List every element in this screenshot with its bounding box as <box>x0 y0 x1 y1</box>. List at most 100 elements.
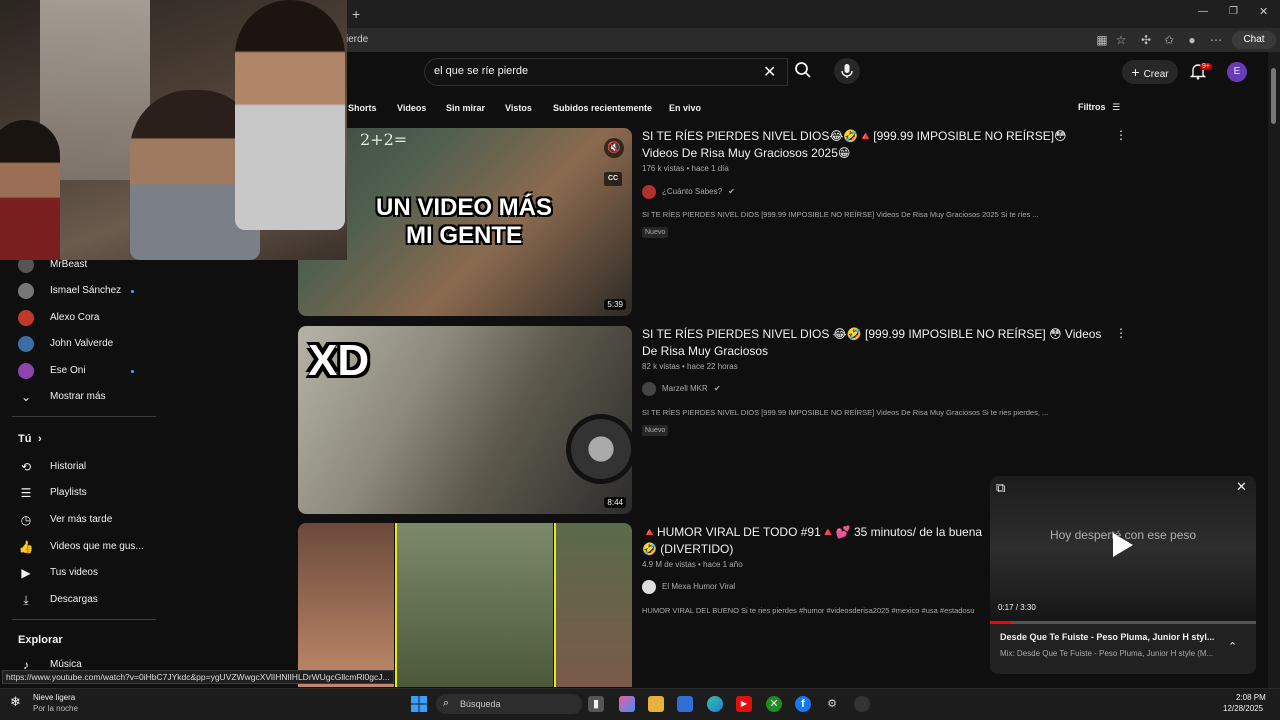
minimize-icon[interactable]: — <box>1198 6 1208 17</box>
taskbar-search-placeholder: Búsqueda <box>460 699 501 709</box>
your-videos-icon: ▶ <box>21 566 31 580</box>
filters-button[interactable]: Filtros ☰ <box>1078 102 1120 113</box>
windows-start-icon[interactable] <box>411 696 427 712</box>
file-explorer-icon[interactable]: ▮ <box>588 696 604 712</box>
play-icon[interactable] <box>1111 532 1135 563</box>
expand-icon[interactable]: ⧉ <box>996 480 1005 496</box>
channel-avatar <box>18 283 34 299</box>
create-button[interactable]: + Crear <box>1122 60 1178 84</box>
store-icon[interactable] <box>677 696 693 712</box>
new-tab-icon[interactable]: + <box>352 6 360 22</box>
video-thumbnail[interactable] <box>298 523 632 687</box>
sidebar-subscription[interactable]: Ese Oni <box>16 362 156 382</box>
sidebar-subscription[interactable]: John Valverde <box>16 335 156 355</box>
weather-subtitle: Por la noche <box>33 704 78 713</box>
extensions-icon[interactable]: ✣ <box>1138 32 1154 48</box>
channel-name: ¿Cuánto Sabes? <box>662 187 723 197</box>
voice-search-icon[interactable] <box>834 58 860 84</box>
sidebar-you-heading[interactable]: Tú › <box>16 431 156 451</box>
sidebar-item-label: Videos que me gus... <box>50 541 144 552</box>
video-title[interactable]: 🔺HUMOR VIRAL DE TODO #91🔺💕 35 minutos/ d… <box>642 524 992 558</box>
scrollbar[interactable] <box>1268 52 1280 688</box>
video-menu-icon[interactable]: ⋮ <box>1115 128 1127 142</box>
sidebar-item[interactable]: ⤓ Descargas <box>16 591 156 611</box>
apps-icon[interactable]: ▦ <box>1094 32 1110 48</box>
watch-later-icon: ◷ <box>20 513 32 527</box>
video-thumbnail[interactable]: XD 8:44 <box>298 326 632 514</box>
like-icon: 👍 <box>18 540 34 554</box>
channel-row[interactable]: Marzell MKR ✔ <box>642 382 721 396</box>
channel-avatar <box>18 336 34 352</box>
copilot-icon[interactable] <box>619 696 635 712</box>
video-menu-icon[interactable]: ⋮ <box>1115 326 1127 340</box>
channel-row[interactable]: El Mexa Humor Viral <box>642 580 735 594</box>
more-menu-icon[interactable]: ⋯ <box>1208 32 1224 48</box>
chalkboard-text: 2+2= <box>360 130 408 149</box>
mute-icon[interactable]: 🔇 <box>604 138 624 158</box>
account-avatar[interactable]: E <box>1227 62 1247 82</box>
sidebar-item[interactable]: ☰ Playlists <box>16 484 156 504</box>
new-badge: Nuevo <box>642 425 669 436</box>
filter-chip[interactable]: Subidos recientemente <box>553 98 660 118</box>
scrollbar-thumb[interactable] <box>1271 68 1276 124</box>
video-thumbnail[interactable]: 2+2= UN VIDEO MÁS MI GENTE 🔇 CC 5:39 <box>298 128 632 316</box>
sidebar-item[interactable]: ▶ Tus videos <box>16 564 156 584</box>
miniplayer-video[interactable]: ⧉ ✕ Hoy desperté con ese peso 0:17 / 3:3… <box>990 476 1256 622</box>
copilot-chat-button[interactable]: Chat <box>1232 31 1276 49</box>
profile-icon[interactable]: ● <box>1184 32 1200 48</box>
chevron-up-icon[interactable]: ⌃ <box>1228 640 1237 653</box>
thumbnail-caption: UN VIDEO MÁS MI GENTE <box>375 194 552 249</box>
person-silhouette <box>235 0 345 230</box>
facebook-icon[interactable]: f <box>795 696 811 712</box>
channel-avatar <box>18 363 34 379</box>
video-title[interactable]: SI TE RÍES PIERDES NIVEL DIOS😂🤣🔺[999.99 … <box>642 128 1102 162</box>
filter-chip[interactable]: En vivo <box>669 98 709 118</box>
app-icon[interactable] <box>854 696 870 712</box>
filter-chip[interactable]: Shorts <box>348 98 385 118</box>
filter-chip[interactable]: Sin mirar <box>446 98 493 118</box>
sidebar-item-label: Música <box>50 659 82 670</box>
sidebar-subscription[interactable]: Ismael Sánchez <box>16 282 156 302</box>
sidebar-item-label: Ismael Sánchez <box>50 285 122 296</box>
history-icon: ⟲ <box>20 460 32 474</box>
taskbar-search[interactable]: Búsqueda <box>436 694 582 714</box>
settings-gear-icon[interactable]: ⚙ <box>824 696 840 712</box>
filter-chip[interactable]: Videos <box>397 98 434 118</box>
filters-icon: ☰ <box>1112 102 1121 112</box>
close-window-icon[interactable]: ✕ <box>1259 5 1268 18</box>
sidebar-item[interactable]: ◷ Ver más tarde <box>16 511 156 531</box>
thumbnail-panel <box>554 523 632 687</box>
miniplayer-progress-bar[interactable] <box>990 621 1256 624</box>
search-icon[interactable] <box>794 61 812 84</box>
sidebar-item[interactable]: ⟲ Historial <box>16 458 156 478</box>
edge-icon[interactable] <box>707 696 723 712</box>
sidebar-item-label: Playlists <box>50 487 87 498</box>
channel-row[interactable]: ¿Cuánto Sabes? ✔ <box>642 185 735 199</box>
filter-chip[interactable]: Vistos <box>505 98 540 118</box>
truck-wheel <box>566 414 632 484</box>
search-input[interactable]: el que se ríe pierde <box>434 65 528 77</box>
miniplayer-title[interactable]: Desde Que Te Fuiste - Peso Pluma, Junior… <box>1000 632 1214 642</box>
heading-label: Tú <box>18 433 32 445</box>
favorite-star-icon[interactable]: ☆ <box>1113 32 1129 48</box>
miniplayer-subtitle: Mix: Desde Que Te Fuiste - Peso Pluma, J… <box>1000 649 1214 658</box>
weather-icon[interactable]: ❄ <box>10 694 21 710</box>
url-text[interactable]: ierde <box>346 34 368 45</box>
captions-icon[interactable]: CC <box>604 172 622 186</box>
folder-icon[interactable] <box>648 696 664 712</box>
taskbar-date[interactable]: 12/28/2025 <box>1223 704 1263 713</box>
show-more-button[interactable]: ⌄ Mostrar más <box>16 388 156 408</box>
miniplayer[interactable]: ⧉ ✕ Hoy desperté con ese peso 0:17 / 3:3… <box>990 476 1256 674</box>
xbox-icon[interactable]: ✕ <box>766 696 782 712</box>
restore-icon[interactable]: ❐ <box>1229 6 1238 17</box>
youtube-icon[interactable]: ▶ <box>736 696 752 712</box>
sidebar-item[interactable]: 👍 Videos que me gus... <box>16 538 156 558</box>
video-title[interactable]: SI TE RÍES PIERDES NIVEL DIOS 😂🤣 [999.99… <box>642 326 1102 360</box>
taskbar-time[interactable]: 2:08 PM <box>1236 693 1266 702</box>
weather-title[interactable]: Nieve ligera <box>33 693 75 702</box>
sidebar-subscription[interactable]: Alexo Cora <box>16 309 156 329</box>
clear-search-icon[interactable]: ✕ <box>763 62 776 82</box>
close-miniplayer-icon[interactable]: ✕ <box>1236 479 1247 495</box>
sidebar-divider <box>12 619 156 620</box>
favorites-icon[interactable]: ✩ <box>1161 32 1177 48</box>
